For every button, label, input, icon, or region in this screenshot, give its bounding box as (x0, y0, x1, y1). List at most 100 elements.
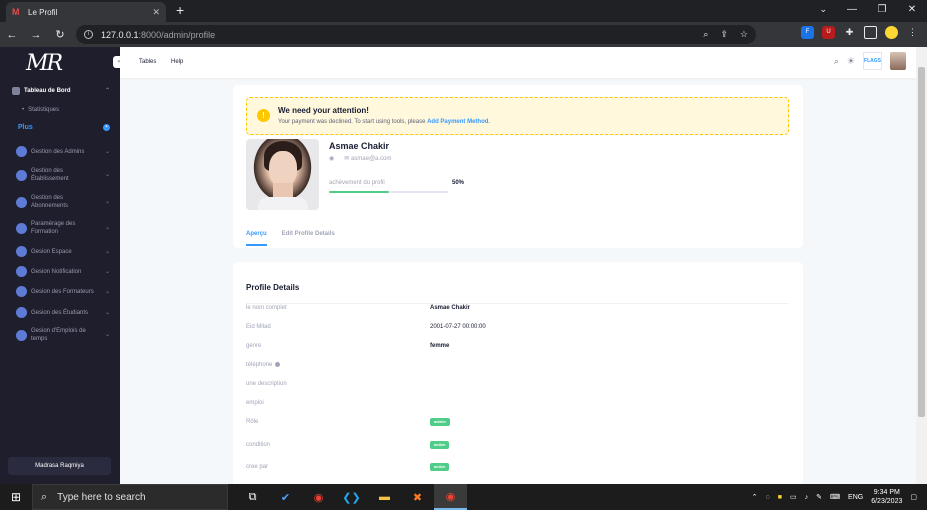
chevron-down-icon: ⌄ (104, 199, 110, 205)
menu-icon[interactable]: ⋮ (906, 26, 919, 39)
header-link-tables[interactable]: Tables (139, 59, 156, 65)
timetable-icon (16, 329, 27, 341)
bookmark-star-icon[interactable]: ☆ (740, 29, 748, 40)
search-icon[interactable]: ⌕ (834, 56, 839, 67)
space-icon (16, 246, 27, 257)
browser-tab[interactable]: M Le Profil ✕ (6, 2, 166, 22)
detail-row: une description (246, 381, 789, 393)
detail-row: Rôle admin (246, 418, 789, 431)
pen-icon[interactable]: ✎ (816, 493, 822, 501)
sidebar-footer-button[interactable]: Madrasa Raqmiya (8, 457, 111, 475)
detail-row: téléphone (246, 362, 789, 374)
sidebar-item-admins[interactable]: Gestion des Admins ⌄ (0, 146, 120, 157)
back-icon[interactable]: ← (0, 29, 24, 41)
logo: MR (26, 51, 63, 76)
sidebar-item-label: Gesion Espace (31, 248, 72, 255)
system-tray: ⌃ ◌ ■ ▭ ♪ ✎ ⌨ ENG 9:34 PM 6/23/2023 ▢ (752, 484, 927, 510)
profile-photo (246, 139, 319, 210)
clock[interactable]: 9:34 PM 6/23/2023 (871, 488, 902, 506)
detail-row: le nom complet Asmae Chakir (246, 305, 789, 317)
xampp-icon[interactable]: ✖ (401, 484, 434, 510)
extension-icon[interactable]: U (822, 26, 835, 39)
sidebar-item-timetable[interactable]: Gesion d'Emplois de temps ⌄ (0, 327, 120, 343)
sidebar-item-label: Statistiques (28, 107, 60, 113)
sidebar-item-statistics[interactable]: Statistiques (0, 106, 120, 114)
language-flag[interactable]: FLAGS (863, 52, 882, 70)
new-tab-icon[interactable]: + (176, 3, 184, 17)
notification-icon (16, 266, 27, 277)
sidebar-item-subscriptions[interactable]: Gestion des Abonnements ⌄ (0, 194, 120, 210)
chrome-active-icon[interactable]: ◉ (434, 484, 467, 510)
sidebar-item-label: Tableau de Bord (24, 88, 71, 94)
info-icon[interactable] (275, 362, 281, 367)
sidebar: MR « Tableau de Bord ⌃ Statistiques Plus… (0, 47, 125, 484)
top-header: Tables Help ⌕ ☀ FLAGS (120, 47, 916, 78)
vscode-icon[interactable]: ❮❯ (335, 484, 368, 510)
keyboard-icon[interactable]: ⌨ (830, 493, 840, 501)
divider (246, 303, 789, 304)
profile-name: Asmae Chakir (329, 141, 390, 151)
clock-date: 6/23/2023 (871, 498, 903, 505)
address-bar[interactable]: i 127.0.0.1:8000/admin/profile ⌕ ⇪ ☆ (76, 25, 756, 44)
todo-app-icon[interactable]: ✔ (269, 484, 302, 510)
task-view-icon[interactable]: ⧉ (236, 484, 269, 510)
detail-label: condition (246, 442, 271, 448)
chrome-icon[interactable]: ◉ (302, 484, 335, 510)
network-icon[interactable]: ◌ (766, 494, 770, 501)
volume-icon[interactable]: ♪ (805, 494, 809, 501)
site-favicon-icon: M (12, 7, 20, 17)
sidebar-item-establishment[interactable]: Gestion des Établissement ⌄ (0, 167, 120, 183)
battery-icon[interactable]: ▭ (790, 493, 797, 501)
sidebar-item-space[interactable]: Gesion Espace ⌄ (0, 246, 120, 257)
detail-row: emploi (246, 400, 789, 412)
trainers-icon (16, 286, 27, 297)
tab-search-icon[interactable]: ⌄ (819, 4, 827, 15)
progress-percent: 50% (452, 180, 465, 186)
zoom-icon[interactable]: ⌕ (703, 29, 708, 40)
share-icon[interactable]: ⇪ (720, 29, 728, 40)
notification-app-icon[interactable]: ■ (778, 494, 782, 501)
detail-label: emploi (246, 400, 264, 406)
reload-icon[interactable]: ↻ (48, 28, 72, 41)
language-indicator[interactable]: ENG (848, 494, 863, 501)
sidebar-item-dashboard[interactable]: Tableau de Bord ⌃ (0, 87, 120, 95)
profile-details-card: Profile Details le nom complet Asmae Cha… (233, 262, 803, 492)
profile-icon[interactable] (885, 26, 898, 39)
sidebar-item-notification[interactable]: Gesion Notification ⌄ (0, 266, 120, 277)
sidebar-item-plus[interactable]: Plus • (0, 124, 120, 131)
side-panel-icon[interactable] (864, 26, 877, 39)
restore-icon[interactable]: ❐ (867, 0, 897, 22)
detail-label: le nom complet (246, 305, 287, 311)
site-info-icon[interactable]: i (84, 30, 93, 39)
tab-close-icon[interactable]: ✕ (152, 7, 160, 18)
add-payment-link[interactable]: Add Payment Method. (427, 119, 490, 125)
sidebar-item-label: Gesion des Étudiants (31, 309, 89, 316)
sidebar-item-training-settings[interactable]: Paramérage des Formation ⌄ (0, 220, 120, 236)
plus-badge: • (103, 124, 110, 131)
tab-overview[interactable]: Aperçu (246, 231, 267, 246)
header-link-help[interactable]: Help (171, 59, 183, 65)
detail-label: cree par (246, 464, 269, 470)
sidebar-item-label: Gestion des Établissement (31, 168, 69, 182)
chevron-down-icon: ⌄ (104, 248, 110, 255)
avatar[interactable] (890, 52, 906, 70)
extension-icon[interactable]: F (801, 26, 814, 39)
scroll-thumb[interactable] (918, 67, 925, 417)
close-window-icon[interactable]: ✕ (897, 0, 927, 22)
sidebar-item-label: Gesion des Formateurs (31, 288, 94, 295)
tray-chevron-icon[interactable]: ⌃ (752, 493, 758, 501)
windows-start-icon[interactable]: ⊞ (0, 490, 32, 504)
page-scrollbar[interactable] (916, 47, 927, 484)
progress-fill (329, 191, 389, 193)
tab-edit-profile[interactable]: Edit Profile Details (282, 231, 335, 246)
payment-alert: ! We need your attention! Your payment w… (246, 97, 789, 135)
minimize-icon[interactable]: — (837, 0, 867, 22)
action-center-icon[interactable]: ▢ (910, 493, 917, 501)
file-explorer-icon[interactable]: ▬ (368, 484, 401, 510)
taskbar-search[interactable]: ⌕ Type here to search (32, 484, 228, 510)
sidebar-item-trainers[interactable]: Gesion des Formateurs ⌄ (0, 286, 120, 297)
puzzle-icon[interactable]: ✚ (843, 26, 856, 39)
forward-icon[interactable]: → (24, 29, 48, 41)
sidebar-item-students[interactable]: Gesion des Étudiants ⌄ (0, 307, 120, 318)
theme-toggle-icon[interactable]: ☀ (847, 56, 855, 67)
